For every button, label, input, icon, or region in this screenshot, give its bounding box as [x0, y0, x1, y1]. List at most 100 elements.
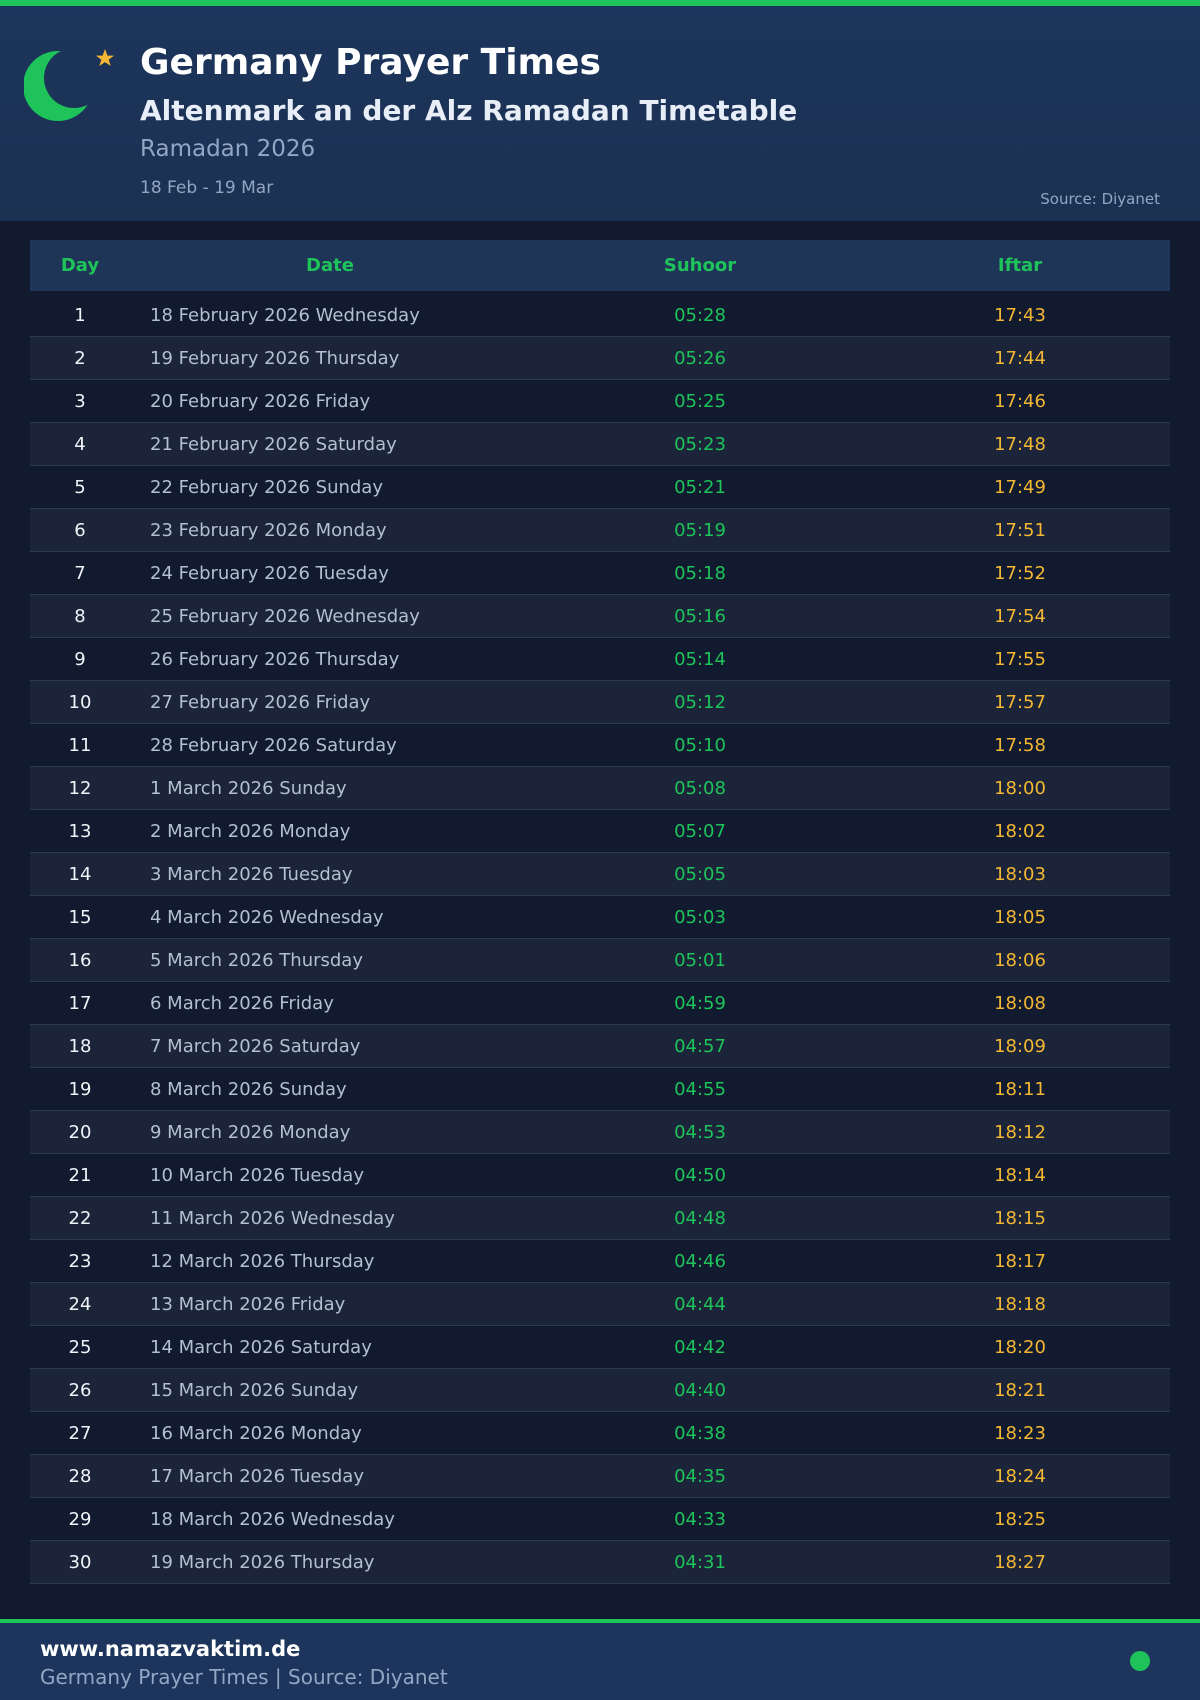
- iftar-time-cell: 18:21: [870, 1368, 1170, 1412]
- suhoor-time-cell: 05:08: [530, 766, 870, 810]
- date-cell: 14 March 2026 Saturday: [130, 1325, 530, 1369]
- season-label: Ramadan 2026: [140, 136, 316, 162]
- column-header-iftar: Iftar: [870, 240, 1170, 294]
- table-row: 9 26 February 2026 Thursday 05:14 17:55: [30, 637, 1170, 681]
- day-cell: 13: [30, 809, 130, 853]
- suhoor-time-cell: 04:53: [530, 1110, 870, 1154]
- suhoor-time-cell: 05:01: [530, 938, 870, 982]
- date-cell: 24 February 2026 Tuesday: [130, 551, 530, 595]
- iftar-time-cell: 18:12: [870, 1110, 1170, 1154]
- table-row: 29 18 March 2026 Wednesday 04:33 18:25: [30, 1497, 1170, 1541]
- page-subtitle: Altenmark an der Alz Ramadan Timetable: [140, 94, 798, 127]
- day-cell: 1: [30, 292, 130, 337]
- timetable-table: Day Date Suhoor Iftar 1 18 February 2026 …: [30, 240, 1170, 1584]
- suhoor-time-cell: 05:16: [530, 594, 870, 638]
- date-cell: 26 February 2026 Thursday: [130, 637, 530, 681]
- day-cell: 28: [30, 1454, 130, 1498]
- footer-caption: Germany Prayer Times | Source: Diyanet: [40, 1665, 448, 1689]
- day-cell: 16: [30, 938, 130, 982]
- suhoor-time-cell: 05:28: [530, 292, 870, 337]
- iftar-time-cell: 18:17: [870, 1239, 1170, 1283]
- date-cell: 7 March 2026 Saturday: [130, 1024, 530, 1068]
- iftar-time-cell: 17:48: [870, 422, 1170, 466]
- suhoor-time-cell: 05:19: [530, 508, 870, 552]
- date-cell: 18 February 2026 Wednesday: [130, 292, 530, 337]
- table-row: 17 6 March 2026 Friday 04:59 18:08: [30, 981, 1170, 1025]
- day-cell: 17: [30, 981, 130, 1025]
- status-dot-icon: [1130, 1651, 1150, 1671]
- suhoor-time-cell: 05:07: [530, 809, 870, 853]
- day-cell: 18: [30, 1024, 130, 1068]
- table-row: 15 4 March 2026 Wednesday 05:03 18:05: [30, 895, 1170, 939]
- day-cell: 2: [30, 336, 130, 380]
- date-cell: 17 March 2026 Tuesday: [130, 1454, 530, 1498]
- suhoor-time-cell: 04:46: [530, 1239, 870, 1283]
- iftar-time-cell: 17:58: [870, 723, 1170, 767]
- table-header-row: Day Date Suhoor Iftar: [30, 240, 1170, 294]
- day-cell: 12: [30, 766, 130, 810]
- table-row: 20 9 March 2026 Monday 04:53 18:12: [30, 1110, 1170, 1154]
- column-header-date: Date: [130, 240, 530, 294]
- suhoor-time-cell: 05:23: [530, 422, 870, 466]
- iftar-time-cell: 18:05: [870, 895, 1170, 939]
- table-row: 21 10 March 2026 Tuesday 04:50 18:14: [30, 1153, 1170, 1197]
- date-cell: 21 February 2026 Saturday: [130, 422, 530, 466]
- date-cell: 10 March 2026 Tuesday: [130, 1153, 530, 1197]
- iftar-time-cell: 18:06: [870, 938, 1170, 982]
- iftar-time-cell: 18:15: [870, 1196, 1170, 1240]
- table-row: 11 28 February 2026 Saturday 05:10 17:58: [30, 723, 1170, 767]
- iftar-time-cell: 17:43: [870, 292, 1170, 337]
- suhoor-time-cell: 04:40: [530, 1368, 870, 1412]
- iftar-time-cell: 18:09: [870, 1024, 1170, 1068]
- iftar-time-cell: 18:14: [870, 1153, 1170, 1197]
- day-cell: 15: [30, 895, 130, 939]
- date-cell: 18 March 2026 Wednesday: [130, 1497, 530, 1541]
- table-row: 1 18 February 2026 Wednesday 05:28 17:43: [30, 292, 1170, 337]
- suhoor-time-cell: 04:57: [530, 1024, 870, 1068]
- column-header-day: Day: [30, 240, 130, 294]
- day-cell: 14: [30, 852, 130, 896]
- date-cell: 1 March 2026 Sunday: [130, 766, 530, 810]
- iftar-time-cell: 17:51: [870, 508, 1170, 552]
- date-cell: 13 March 2026 Friday: [130, 1282, 530, 1326]
- footer-website: www.namazvaktim.de: [40, 1637, 301, 1661]
- day-cell: 8: [30, 594, 130, 638]
- day-cell: 10: [30, 680, 130, 724]
- suhoor-time-cell: 05:12: [530, 680, 870, 724]
- table-row: 13 2 March 2026 Monday 05:07 18:02: [30, 809, 1170, 853]
- iftar-time-cell: 17:52: [870, 551, 1170, 595]
- iftar-time-cell: 18:08: [870, 981, 1170, 1025]
- date-cell: 3 March 2026 Tuesday: [130, 852, 530, 896]
- day-cell: 24: [30, 1282, 130, 1326]
- table-row: 19 8 March 2026 Sunday 04:55 18:11: [30, 1067, 1170, 1111]
- iftar-time-cell: 18:11: [870, 1067, 1170, 1111]
- crescent-star-icon: [24, 46, 124, 136]
- date-cell: 11 March 2026 Wednesday: [130, 1196, 530, 1240]
- date-cell: 6 March 2026 Friday: [130, 981, 530, 1025]
- day-cell: 4: [30, 422, 130, 466]
- date-cell: 28 February 2026 Saturday: [130, 723, 530, 767]
- date-range: 18 Feb - 19 Mar: [140, 178, 274, 198]
- suhoor-time-cell: 04:31: [530, 1540, 870, 1584]
- table-row: 30 19 March 2026 Thursday 04:31 18:27: [30, 1540, 1170, 1584]
- iftar-time-cell: 18:20: [870, 1325, 1170, 1369]
- table-row: 24 13 March 2026 Friday 04:44 18:18: [30, 1282, 1170, 1326]
- iftar-time-cell: 17:54: [870, 594, 1170, 638]
- day-cell: 6: [30, 508, 130, 552]
- suhoor-time-cell: 04:42: [530, 1325, 870, 1369]
- date-cell: 25 February 2026 Wednesday: [130, 594, 530, 638]
- suhoor-time-cell: 05:05: [530, 852, 870, 896]
- day-cell: 19: [30, 1067, 130, 1111]
- suhoor-time-cell: 05:18: [530, 551, 870, 595]
- page-header: Germany Prayer Times Altenmark an der Al…: [0, 6, 1200, 221]
- page-footer: www.namazvaktim.de Germany Prayer Times …: [0, 1619, 1200, 1700]
- suhoor-time-cell: 04:33: [530, 1497, 870, 1541]
- table-row: 7 24 February 2026 Tuesday 05:18 17:52: [30, 551, 1170, 595]
- iftar-time-cell: 18:18: [870, 1282, 1170, 1326]
- date-cell: 23 February 2026 Monday: [130, 508, 530, 552]
- table-row: 26 15 March 2026 Sunday 04:40 18:21: [30, 1368, 1170, 1412]
- suhoor-time-cell: 05:03: [530, 895, 870, 939]
- table-body: 1 18 February 2026 Wednesday 05:28 17:43 2 19…: [30, 292, 1170, 1584]
- timetable: Day Date Suhoor Iftar 1 18 February 2026 …: [30, 240, 1170, 1584]
- date-cell: 8 March 2026 Sunday: [130, 1067, 530, 1111]
